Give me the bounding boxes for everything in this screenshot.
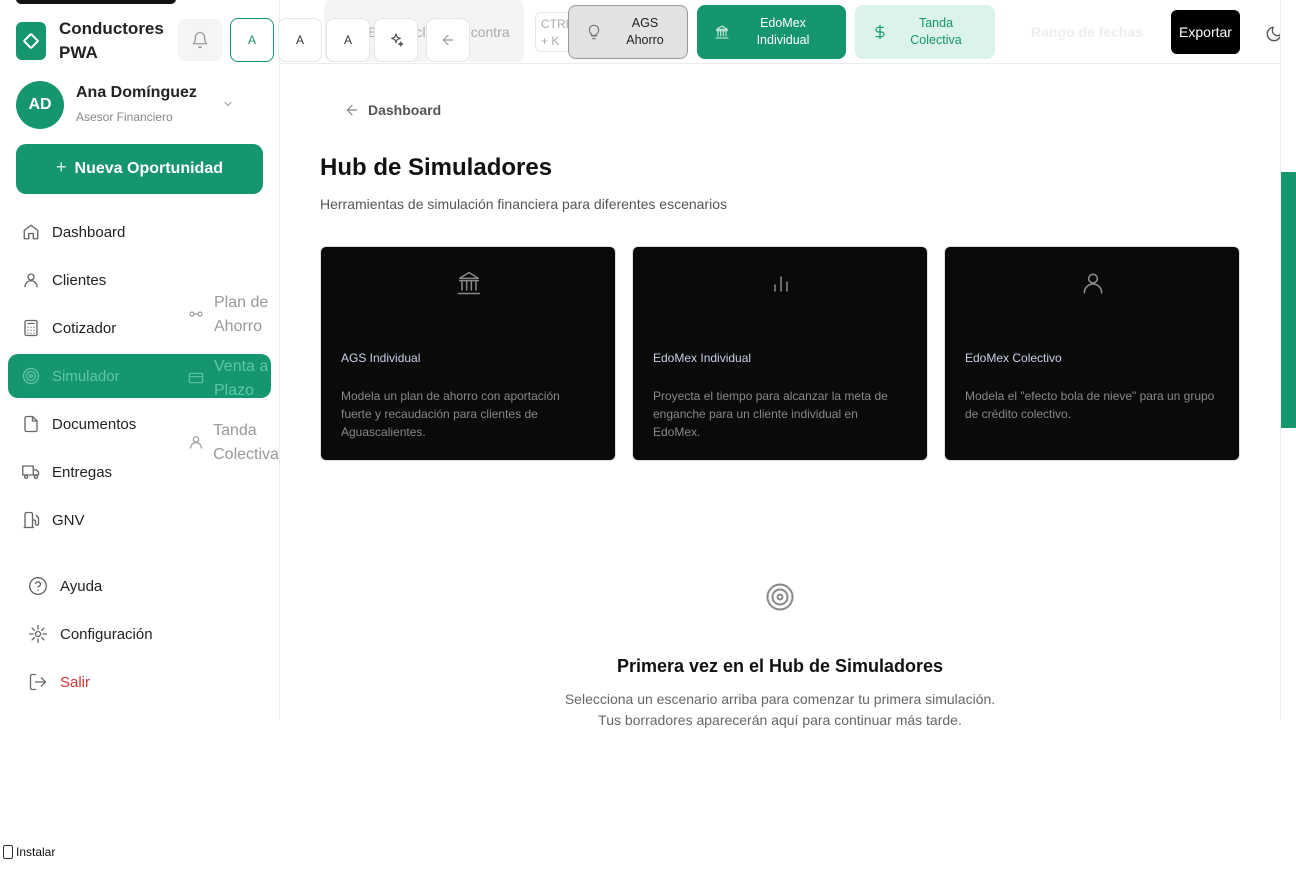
calculator-icon: [22, 319, 40, 337]
nav-label: Cotizador: [52, 319, 117, 337]
page-subtitle: Herramientas de simulación financiera pa…: [320, 196, 727, 212]
app-logo: [16, 22, 46, 60]
dollar-icon: [871, 23, 889, 41]
help-icon: [28, 576, 48, 596]
submenu-venta-a-plazo[interactable]: Venta a Plazo: [186, 355, 280, 403]
home-icon: [22, 223, 40, 241]
card-title: EdoMex Colectivo: [965, 351, 1062, 365]
app-title: Conductores PWA: [59, 19, 164, 62]
bank-icon: [713, 23, 731, 41]
card-description: Modela un plan de ahorro con aportación …: [341, 389, 560, 439]
notifications-button[interactable]: [178, 19, 222, 61]
bar-chart-icon: [767, 269, 795, 297]
logout-icon: [28, 672, 48, 692]
user-role: Asesor Financiero: [76, 110, 173, 124]
card-description: Modela el "efecto bola de nieve" para un…: [965, 389, 1215, 421]
nav-label: Entregas: [52, 463, 113, 481]
nav-label: GNV: [52, 511, 85, 529]
page-title: Hub de Simuladores: [320, 154, 553, 181]
nav-item-dashboard[interactable]: Dashboard: [8, 210, 271, 254]
chip-label: AGS Ahorro: [626, 16, 664, 47]
target-icon: [766, 583, 794, 611]
nav-label: Documentos: [52, 415, 137, 433]
plus-icon: +: [56, 156, 67, 177]
back-arrow-button[interactable]: [426, 18, 470, 62]
settings-icon: [28, 624, 48, 644]
scrollbar-thumb[interactable]: [1281, 172, 1296, 428]
arrow-left-icon: [442, 34, 454, 46]
date-range-picker[interactable]: Rango de fechas: [1031, 24, 1143, 40]
fuel-icon: [22, 511, 40, 529]
submenu-tanda-colectiva[interactable]: Tanda Colectiva: [186, 419, 280, 467]
quick-action-a2[interactable]: A: [278, 18, 322, 62]
simulator-card-edomex-colectivo[interactable]: EdoMex Colectivo Modela el "efecto bola …: [944, 246, 1240, 461]
nav-item-gnv[interactable]: GNV: [8, 498, 271, 542]
submenu-label: Plan de Ahorro: [214, 294, 269, 335]
simulator-card-ags-individual[interactable]: AGS Individual Modela un plan de ahorro …: [320, 246, 616, 461]
install-label: Instalar: [16, 845, 56, 859]
card-title: EdoMex Individual: [653, 351, 752, 365]
nav-item-ayuda[interactable]: Ayuda: [28, 574, 102, 598]
chip-edomex-individual[interactable]: EdoMex Individual: [697, 5, 846, 59]
card-description: Proyecta el tiempo para alcanzar la meta…: [653, 389, 888, 439]
chip-label: Tanda Colectiva: [910, 16, 962, 47]
submenu-plan-de-ahorro[interactable]: Plan de Ahorro: [186, 291, 280, 339]
empty-state-line-2: Tus borradores aparecerán aquí para cont…: [598, 712, 962, 728]
quick-action-a3[interactable]: A: [326, 18, 370, 62]
chevron-down-icon[interactable]: [222, 98, 234, 110]
submenu-label: Venta a Plazo: [214, 358, 269, 399]
nav-item-configuracion[interactable]: Configuración: [28, 622, 153, 646]
quick-action-a1[interactable]: A: [230, 18, 274, 62]
new-opportunity-button[interactable]: + Nueva Oportunidad: [16, 144, 263, 194]
empty-state-title: Primera vez en el Hub de Simuladores: [616, 656, 944, 676]
sparkle-icon: [391, 33, 404, 47]
credit-card-icon: [186, 355, 206, 401]
phone-icon: [3, 845, 13, 859]
document-icon: [22, 415, 40, 433]
card-title: AGS Individual: [341, 351, 421, 365]
nav-label: Simulador: [52, 367, 120, 385]
simulator-card-edomex-individual[interactable]: EdoMex Individual Proyecta el tiempo par…: [632, 246, 928, 461]
bank-icon: [455, 269, 483, 297]
nav-label: Salir: [60, 673, 91, 691]
user-name: Ana Domínguez: [76, 84, 197, 101]
chip-tanda-colectiva[interactable]: Tanda Colectiva: [855, 5, 995, 59]
lightbulb-icon: [585, 23, 603, 41]
link-icon: [186, 291, 206, 337]
bell-icon: [192, 31, 208, 49]
back-label: Dashboard: [368, 102, 442, 118]
empty-state-line-1: Selecciona un escenario arriba para come…: [564, 691, 996, 707]
submenu-label: Tanda Colectiva: [213, 422, 279, 463]
nav-label: Clientes: [52, 271, 107, 289]
install-button[interactable]: Instalar: [3, 845, 55, 859]
nav-item-salir[interactable]: Salir: [28, 670, 90, 694]
avatar[interactable]: AD: [16, 81, 64, 129]
top-decoration-bar: [16, 0, 176, 4]
truck-icon: [22, 463, 40, 481]
chip-ags-ahorro[interactable]: AGS Ahorro: [568, 5, 688, 59]
arrow-left-icon: [346, 104, 358, 116]
chip-label: EdoMex Individual: [756, 16, 810, 47]
back-to-dashboard-link[interactable]: Dashboard: [344, 102, 441, 118]
ai-sparkle-button[interactable]: [374, 18, 418, 62]
export-button[interactable]: Exportar: [1171, 10, 1240, 54]
user-icon: [22, 271, 40, 289]
new-opportunity-label: Nueva Oportunidad: [74, 160, 223, 177]
nav-label: Ayuda: [60, 577, 103, 595]
nav-label: Configuración: [60, 625, 153, 643]
user-icon: [1079, 269, 1107, 297]
nav-label: Dashboard: [52, 223, 126, 241]
target-icon: [22, 367, 40, 385]
user-icon: [186, 419, 205, 465]
